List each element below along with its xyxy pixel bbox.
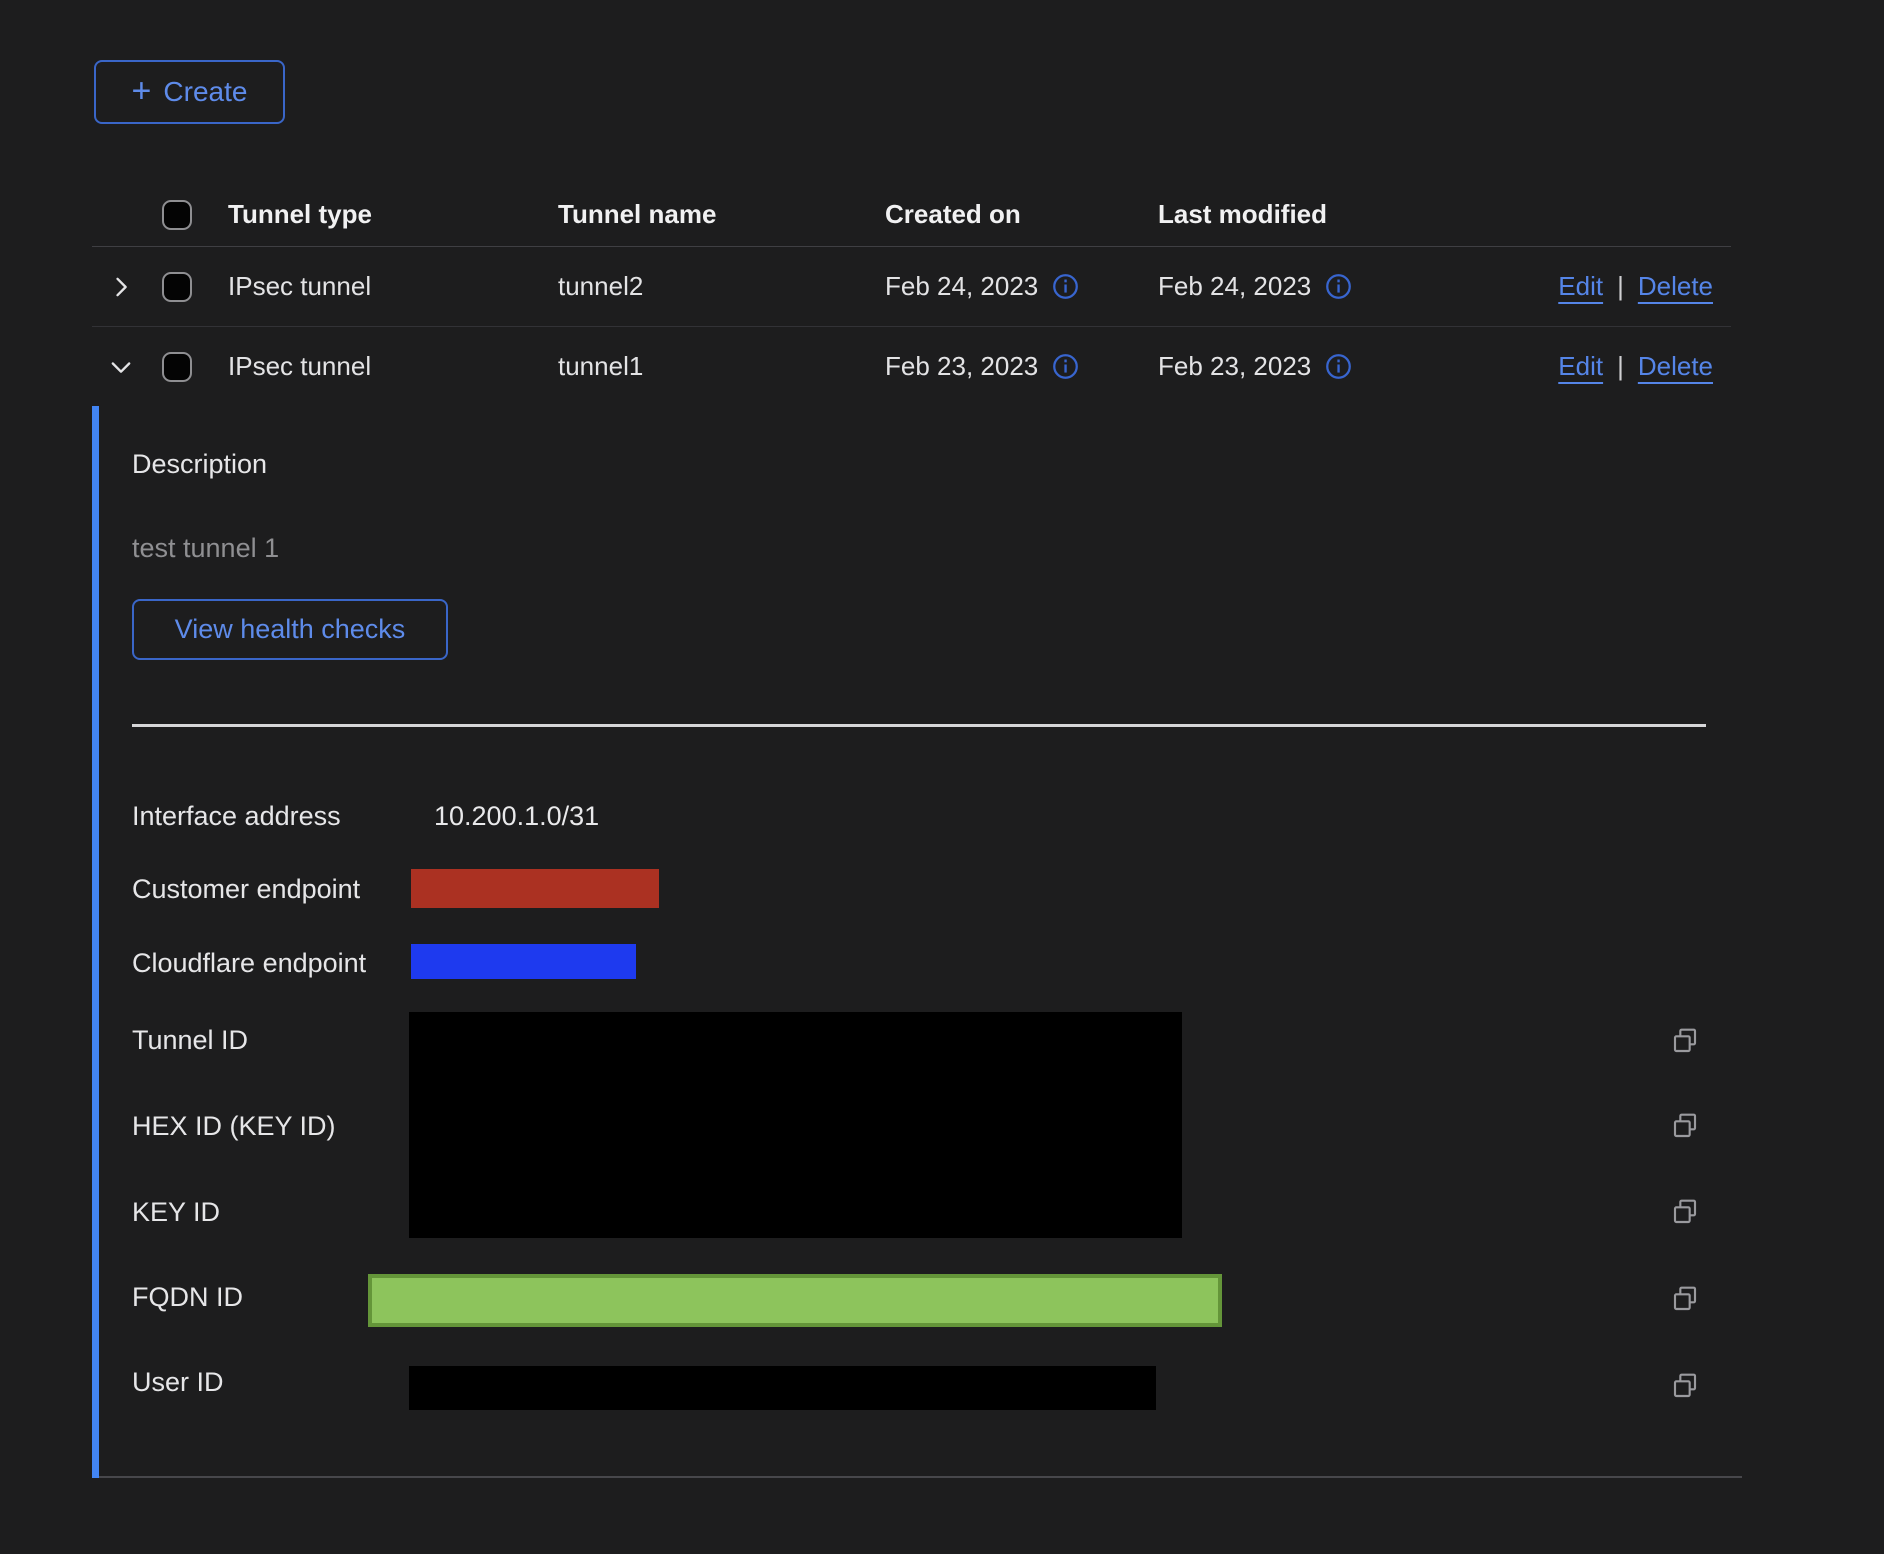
cloudflare-endpoint-label: Cloudflare endpoint: [132, 945, 366, 981]
tunnels-table: Tunnel type Tunnel name Created on Last …: [92, 183, 1731, 406]
header-tunnel-name: Tunnel name: [558, 199, 885, 230]
table-row: IPsec tunnel tunnel1 Feb 23, 2023 Feb 23…: [92, 327, 1731, 406]
user-id-redaction: [409, 1366, 1156, 1410]
panel-bottom-divider: [99, 1476, 1742, 1478]
tunnel-name-cell: tunnel1: [558, 351, 885, 382]
last-modified-value: Feb 24, 2023: [1158, 271, 1311, 302]
tunnel-name-cell: tunnel2: [558, 271, 885, 302]
interface-address-label: Interface address: [132, 798, 341, 834]
info-icon[interactable]: [1052, 273, 1079, 300]
created-on-cell: Feb 24, 2023: [885, 271, 1158, 302]
info-icon[interactable]: [1052, 353, 1079, 380]
hex-id-label: HEX ID (KEY ID): [132, 1108, 336, 1144]
fqdn-id-redaction: [368, 1274, 1222, 1327]
created-on-value: Feb 24, 2023: [885, 271, 1038, 302]
copy-key-id-icon[interactable]: [1668, 1196, 1702, 1230]
table-row: IPsec tunnel tunnel2 Feb 24, 2023 Feb 24…: [92, 247, 1731, 327]
create-button-label: Create: [163, 76, 247, 108]
header-last-modified: Last modified: [1158, 199, 1731, 230]
actions-separator: |: [1617, 271, 1624, 302]
copy-user-id-icon[interactable]: [1668, 1370, 1702, 1404]
copy-tunnel-id-icon[interactable]: [1668, 1025, 1702, 1059]
edit-link[interactable]: Edit: [1558, 351, 1603, 382]
row-actions-cell: Edit | Delete: [1558, 351, 1731, 382]
interface-address-value: 10.200.1.0/31: [434, 798, 599, 834]
key-id-label: KEY ID: [132, 1194, 220, 1230]
actions-separator: |: [1617, 351, 1624, 382]
user-id-label: User ID: [132, 1364, 224, 1400]
row-checkbox-cell: [147, 352, 228, 382]
table-header-row: Tunnel type Tunnel name Created on Last …: [92, 183, 1731, 247]
row-checkbox[interactable]: [162, 352, 192, 382]
description-label: Description: [132, 446, 267, 482]
section-divider: [132, 724, 1706, 727]
chevron-right-icon[interactable]: [107, 273, 135, 301]
select-all-checkbox[interactable]: [162, 200, 192, 230]
tunnel-type-cell: IPsec tunnel: [228, 271, 558, 302]
row-actions-cell: Edit | Delete: [1558, 271, 1731, 302]
last-modified-value: Feb 23, 2023: [1158, 351, 1311, 382]
view-health-checks-button[interactable]: View health checks: [132, 599, 448, 660]
fqdn-id-label: FQDN ID: [132, 1279, 243, 1315]
cloudflare-endpoint-redaction: [411, 944, 636, 979]
header-tunnel-type: Tunnel type: [228, 199, 558, 230]
last-modified-cell: Feb 23, 2023: [1158, 351, 1558, 382]
created-on-cell: Feb 23, 2023: [885, 351, 1158, 382]
copy-fqdn-id-icon[interactable]: [1668, 1283, 1702, 1317]
info-icon[interactable]: [1325, 273, 1352, 300]
plus-icon: +: [132, 74, 152, 108]
copy-hex-id-icon[interactable]: [1668, 1110, 1702, 1144]
customer-endpoint-redaction: [411, 869, 659, 908]
description-value: test tunnel 1: [132, 530, 279, 566]
create-button[interactable]: + Create: [94, 60, 285, 124]
chevron-down-icon[interactable]: [107, 353, 135, 381]
row-checkbox-cell: [147, 272, 228, 302]
row-checkbox[interactable]: [162, 272, 192, 302]
row-expander-cell: [92, 353, 147, 381]
delete-link[interactable]: Delete: [1638, 351, 1713, 382]
info-icon[interactable]: [1325, 353, 1352, 380]
created-on-value: Feb 23, 2023: [885, 351, 1038, 382]
customer-endpoint-label: Customer endpoint: [132, 871, 360, 907]
expanded-tunnel-details: Description test tunnel 1 View health ch…: [92, 406, 1742, 1478]
header-checkbox-cell: [147, 200, 228, 230]
delete-link[interactable]: Delete: [1638, 271, 1713, 302]
tunnel-type-cell: IPsec tunnel: [228, 351, 558, 382]
tunnels-page: + Create Tunnel type Tunnel name Created…: [0, 0, 1884, 1554]
header-created-on: Created on: [885, 199, 1158, 230]
row-expander-cell: [92, 273, 147, 301]
tunnel-id-label: Tunnel ID: [132, 1022, 248, 1058]
edit-link[interactable]: Edit: [1558, 271, 1603, 302]
last-modified-cell: Feb 24, 2023: [1158, 271, 1558, 302]
ids-redaction-block: [409, 1012, 1182, 1238]
